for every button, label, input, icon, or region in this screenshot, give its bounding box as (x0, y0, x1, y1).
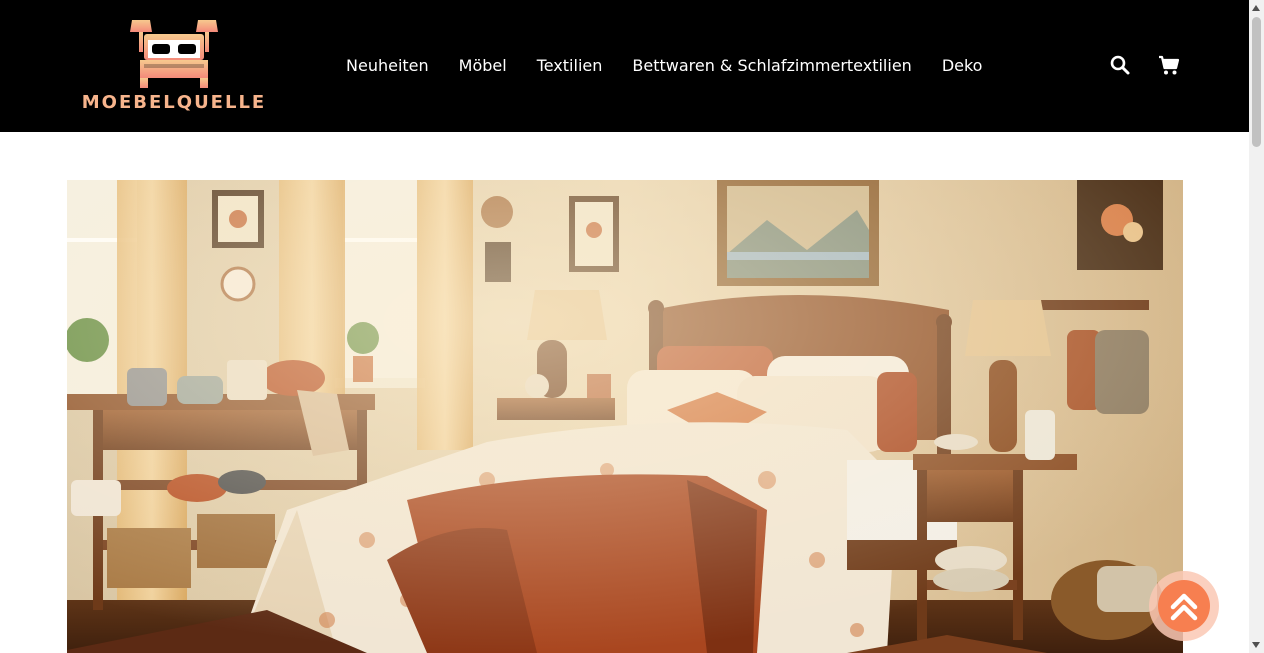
cart-button[interactable] (1157, 53, 1181, 77)
nav-item-moebel[interactable]: Möbel (459, 55, 507, 77)
back-to-top-circle (1158, 580, 1210, 632)
page-scrollbar[interactable] (1249, 0, 1264, 653)
brand-logo[interactable]: MOEBELQUELLE (74, 18, 274, 116)
nav-item-bettwaren[interactable]: Bettwaren & Schlafzimmertextilien (632, 55, 911, 77)
scrollbar-thumb[interactable] (1252, 17, 1261, 147)
nav-item-deko[interactable]: Deko (942, 55, 983, 77)
brand-name: MOEBELQUELLE (81, 92, 267, 113)
search-icon (1110, 55, 1130, 75)
back-to-top-button[interactable] (1149, 571, 1219, 641)
site-header: MOEBELQUELLE Neuheiten Möbel Textilien B… (0, 0, 1249, 132)
bedroom-illustration (67, 180, 1183, 653)
nav-item-neuheiten[interactable]: Neuheiten (346, 55, 429, 77)
main-nav: Neuheiten Möbel Textilien Bettwaren & Sc… (346, 55, 982, 77)
search-button[interactable] (1108, 53, 1132, 77)
scroll-down-arrow-icon[interactable] (1252, 642, 1260, 648)
bed-with-lamps-icon (130, 20, 218, 88)
hero-image (67, 180, 1183, 653)
cart-icon (1159, 55, 1180, 75)
scroll-up-arrow-icon[interactable] (1252, 5, 1260, 11)
nav-item-textilien[interactable]: Textilien (537, 55, 603, 77)
double-chevron-up-icon (1170, 593, 1198, 621)
